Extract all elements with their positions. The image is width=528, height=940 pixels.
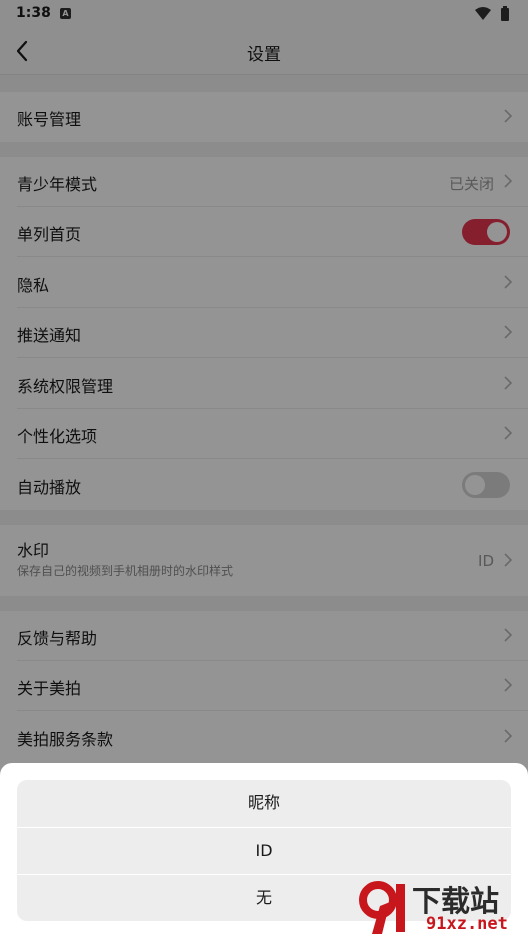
watermark-url: 91xz.net [426,914,508,934]
option-nickname[interactable]: 昵称 [17,780,511,826]
watermark-logo-icon [359,881,405,934]
site-watermark: 下载站 91xz.net [356,878,526,936]
option-id[interactable]: ID [17,828,511,874]
